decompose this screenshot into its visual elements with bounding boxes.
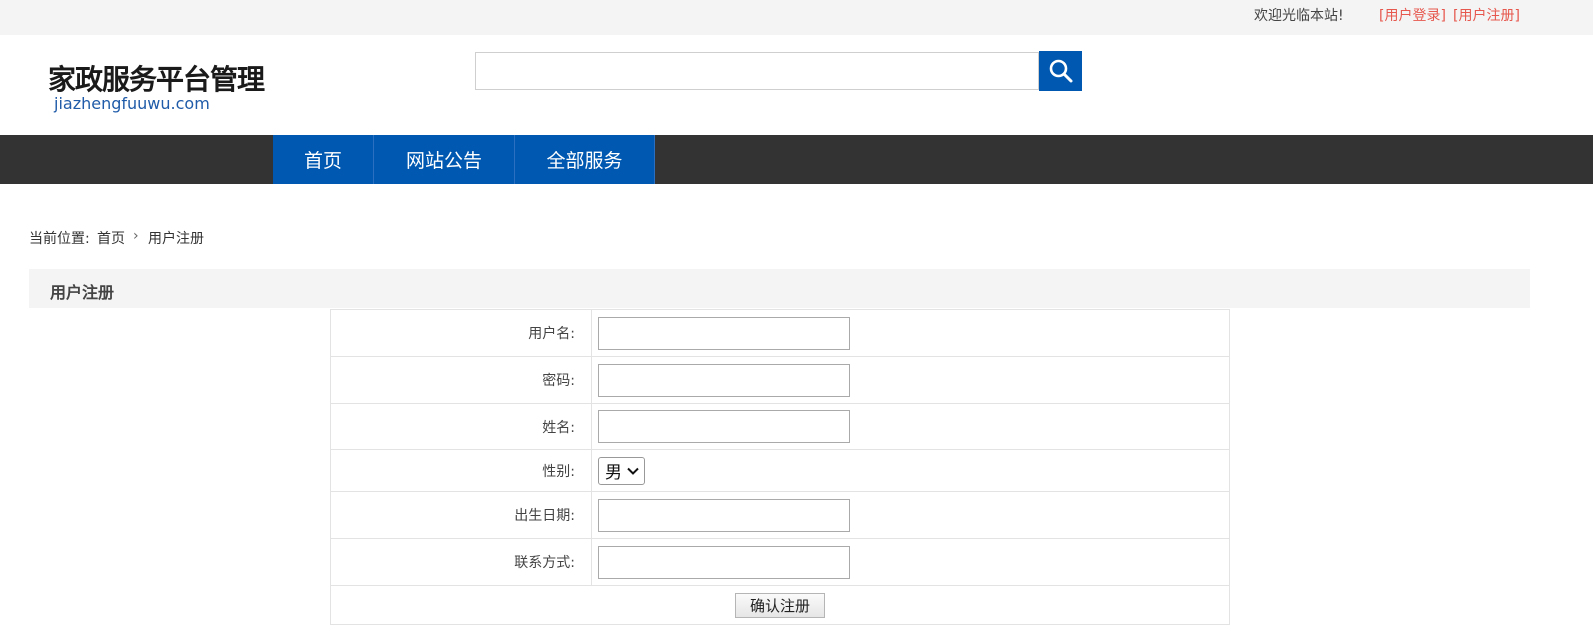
logo-subtitle: jiazhengfuuwu.com bbox=[54, 94, 210, 113]
name-label: 姓名: bbox=[330, 403, 592, 450]
chevron-down-icon bbox=[627, 467, 639, 475]
form-row-contact: 联系方式: bbox=[330, 538, 1230, 586]
password-input[interactable] bbox=[598, 363, 850, 397]
section-title: 用户注册 bbox=[50, 283, 115, 302]
site-logo[interactable]: 家政服务平台管理 jiazhengfuuwu.com bbox=[48, 58, 265, 116]
breadcrumb-current: 用户注册 bbox=[148, 231, 204, 247]
registration-form: 用户名: 密码: 姓名: 性别: 男 出生日期: 联系方式: 确认注册 bbox=[330, 309, 1230, 625]
name-input[interactable] bbox=[598, 410, 850, 443]
submit-register-button[interactable]: 确认注册 bbox=[734, 592, 825, 618]
gender-label: 性别: bbox=[330, 449, 592, 492]
register-link[interactable]: [用户注册] bbox=[1453, 5, 1520, 25]
form-row-password: 密码: bbox=[330, 356, 1230, 404]
birthday-label: 出生日期: bbox=[330, 491, 592, 539]
breadcrumb-separator: › bbox=[133, 228, 139, 244]
password-label: 密码: bbox=[330, 356, 592, 404]
form-row-name: 姓名: bbox=[330, 403, 1230, 450]
login-link[interactable]: [用户登录] bbox=[1379, 5, 1446, 25]
contact-label: 联系方式: bbox=[330, 538, 592, 586]
top-bar: 欢迎光临本站! [用户登录] [用户注册] bbox=[0, 0, 1593, 35]
main-nav: 首页 网站公告 全部服务 bbox=[0, 135, 1593, 184]
breadcrumb-prefix: 当前位置: bbox=[29, 231, 90, 247]
gender-value: 男 bbox=[605, 463, 622, 483]
breadcrumb-home[interactable]: 首页 bbox=[97, 228, 125, 248]
contact-input[interactable] bbox=[598, 545, 850, 579]
username-label: 用户名: bbox=[330, 309, 592, 357]
form-row-gender: 性别: 男 bbox=[330, 449, 1230, 492]
search-icon bbox=[1049, 59, 1072, 83]
welcome-text: 欢迎光临本站! bbox=[1254, 8, 1344, 24]
nav-item-all-services[interactable]: 全部服务 bbox=[515, 135, 655, 184]
gender-select[interactable]: 男 bbox=[598, 456, 645, 485]
form-row-birthday: 出生日期: bbox=[330, 491, 1230, 539]
username-input[interactable] bbox=[598, 316, 850, 350]
form-row-submit: 确认注册 bbox=[330, 585, 1230, 625]
birthday-input[interactable] bbox=[598, 498, 850, 532]
search-input[interactable] bbox=[475, 52, 1039, 90]
nav-item-announcements[interactable]: 网站公告 bbox=[374, 135, 515, 184]
search-button[interactable] bbox=[1039, 51, 1082, 91]
section-header: 用户注册 bbox=[29, 269, 1530, 308]
logo-title: 家政服务平台管理 bbox=[48, 63, 265, 96]
nav-item-home[interactable]: 首页 bbox=[273, 135, 374, 184]
form-row-username: 用户名: bbox=[330, 309, 1230, 357]
